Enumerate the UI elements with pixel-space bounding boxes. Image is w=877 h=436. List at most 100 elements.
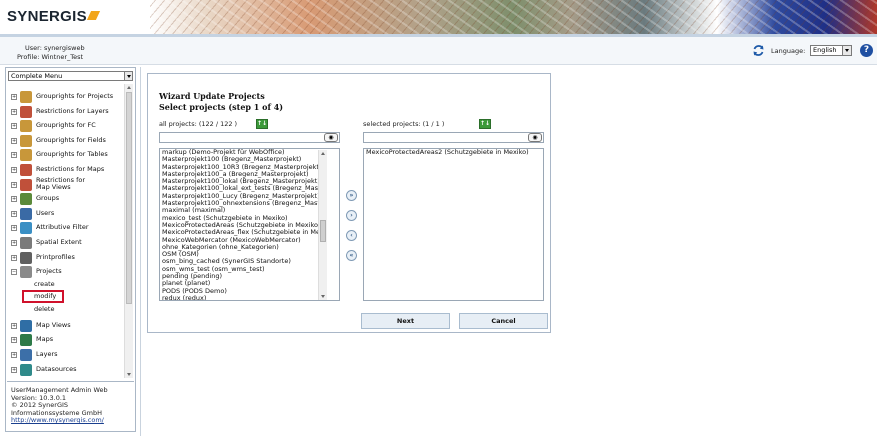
- all-projects-list[interactable]: markup (Demo-Projekt für WebOffice) Maste…: [159, 148, 340, 301]
- cancel-button[interactable]: Cancel: [459, 313, 548, 329]
- highlight-box: [22, 289, 64, 303]
- expand-icon[interactable]: +: [11, 366, 17, 373]
- sort-all-icon[interactable]: ↑↓: [256, 119, 268, 129]
- selected-projects-label: selected projects: (1 / 1 ): [363, 120, 445, 128]
- next-button[interactable]: Next: [361, 313, 450, 329]
- scroll-thumb[interactable]: [126, 92, 132, 304]
- sidebar-item[interactable]: + Printprofiles: [11, 251, 123, 264]
- menu-scrollbar[interactable]: [124, 84, 133, 378]
- expand-icon[interactable]: +: [11, 210, 17, 217]
- sidebar-subitem-create[interactable]: create: [34, 280, 55, 288]
- scroll-up-icon[interactable]: [127, 86, 131, 89]
- expand-icon[interactable]: +: [11, 167, 17, 173]
- sidebar-item[interactable]: − Projects: [11, 266, 123, 279]
- expand-icon[interactable]: +: [11, 123, 17, 130]
- sidebar-item[interactable]: + Grouprights for Projects: [11, 91, 123, 103]
- filter-eye-icon[interactable]: ◉: [324, 133, 338, 142]
- sidebar-item[interactable]: + Groups: [11, 193, 123, 206]
- expand-icon[interactable]: +: [11, 322, 17, 329]
- sidebar-item[interactable]: + Maps: [11, 334, 123, 347]
- move-right-icon[interactable]: ›: [346, 210, 357, 221]
- sidebar-item[interactable]: + Users: [11, 207, 123, 220]
- all-projects-scrollbar[interactable]: [318, 150, 327, 300]
- sidebar-item[interactable]: + Grouprights for FC: [11, 120, 123, 133]
- sidebar-item-label: Users: [36, 208, 55, 217]
- expand-icon[interactable]: +: [11, 254, 17, 261]
- expand-icon[interactable]: +: [11, 94, 17, 100]
- sidebar-item[interactable]: + Restrictions for Layers: [11, 105, 123, 118]
- scroll-thumb[interactable]: [320, 220, 326, 242]
- logo-mark-icon: [86, 11, 101, 20]
- all-projects-filter-input[interactable]: ◉: [159, 132, 340, 143]
- layers-icon: [20, 349, 32, 361]
- scroll-up-icon[interactable]: [321, 152, 325, 155]
- scroll-down-icon[interactable]: [321, 295, 325, 298]
- refresh-icon[interactable]: [752, 44, 765, 57]
- sidebar-item-label: Restrictions for Map Views: [36, 175, 86, 191]
- chevron-down-icon[interactable]: [124, 72, 132, 80]
- all-projects-count: (122 / 122 ): [198, 120, 238, 128]
- move-all-right-icon[interactable]: »: [346, 190, 357, 201]
- sidebar-item[interactable]: + Grouprights for Tables: [11, 149, 123, 162]
- help-icon[interactable]: ?: [860, 44, 873, 57]
- sidebar-item[interactable]: + Restrictions for Map Views: [11, 175, 123, 191]
- filter-eye-icon[interactable]: ◉: [528, 133, 542, 142]
- profile-name: Profile: Wintner_Test: [17, 53, 84, 61]
- header: SYNERGIS: [0, 0, 877, 34]
- wizard-panel: Wizard Update Projects Select projects (…: [147, 73, 551, 333]
- sidebar-item-label: Datasources: [36, 364, 77, 373]
- user-name: User: synergisweb: [25, 44, 85, 52]
- sidebar-item-label: Restrictions for Layers: [36, 106, 109, 115]
- sidebar-subitem-delete[interactable]: delete: [34, 305, 54, 313]
- sidebar-item[interactable]: + Spatial Extent: [11, 237, 123, 249]
- scroll-down-icon[interactable]: [127, 373, 131, 376]
- sidebar-item-label: Grouprights for Projects: [36, 92, 114, 100]
- selected-projects-count: (1 / 1 ): [422, 120, 445, 128]
- expand-icon[interactable]: +: [11, 337, 17, 344]
- list-item[interactable]: redux (redux): [160, 294, 339, 300]
- logo: SYNERGIS: [7, 8, 101, 25]
- sidebar-item-label: Layers: [36, 350, 58, 358]
- sidebar-item[interactable]: + Grouprights for Fields: [11, 134, 123, 147]
- group-icon: [20, 91, 32, 103]
- collapse-icon[interactable]: −: [11, 269, 17, 276]
- sidebar-item[interactable]: + Attributive Filter: [11, 222, 123, 235]
- website-link[interactable]: http://www.mysynergis.com/: [11, 416, 130, 425]
- expand-icon[interactable]: +: [11, 108, 17, 115]
- expand-icon[interactable]: +: [11, 225, 17, 232]
- expand-icon[interactable]: +: [11, 137, 17, 144]
- list-item[interactable]: MexicoProtectedAreas2 (Schutzgebiete in …: [364, 149, 543, 156]
- main-content: Wizard Update Projects Select projects (…: [140, 67, 877, 436]
- restriction-icon: [20, 164, 32, 176]
- expand-icon[interactable]: +: [11, 152, 17, 159]
- sidebar-item-label: Grouprights for FC: [36, 121, 96, 130]
- group-icon: [20, 149, 32, 162]
- restriction-icon: [20, 105, 32, 118]
- menu-select[interactable]: Complete Menu: [8, 71, 133, 81]
- move-all-left-icon[interactable]: «: [346, 250, 357, 261]
- menu-tree: + Grouprights for Projects + Restrictions f…: [6, 84, 123, 378]
- language-label: Language:: [771, 47, 806, 55]
- sidebar-item-label: Map Views: [36, 320, 71, 329]
- wizard-subtitle: Select projects (step 1 of 4): [159, 102, 284, 112]
- sidebar-item[interactable]: + Datasources: [11, 363, 123, 376]
- sidebar-item-label: Groups: [36, 194, 60, 203]
- expand-icon[interactable]: +: [11, 240, 17, 246]
- printer-icon: [20, 251, 32, 264]
- sidebar-item[interactable]: + Map Views: [11, 319, 123, 332]
- restriction-icon: [20, 178, 32, 191]
- language-select[interactable]: English: [810, 45, 852, 56]
- header-banner-image: [150, 0, 877, 34]
- expand-icon[interactable]: +: [11, 181, 17, 188]
- sort-selected-icon[interactable]: ↑↓: [479, 119, 491, 129]
- move-left-icon[interactable]: ‹: [346, 230, 357, 241]
- expand-icon[interactable]: +: [11, 196, 17, 203]
- sidebar-item[interactable]: + Layers: [11, 349, 123, 361]
- selected-projects-filter-input[interactable]: ◉: [363, 132, 544, 143]
- globe-icon: [20, 334, 32, 347]
- selected-projects-list[interactable]: MexicoProtectedAreas2 (Schutzgebiete in …: [363, 148, 544, 301]
- sidebar-item[interactable]: + Restrictions for Maps: [11, 164, 123, 176]
- expand-icon[interactable]: +: [11, 352, 17, 358]
- chevron-down-icon[interactable]: [842, 46, 851, 55]
- group-icon: [20, 134, 32, 147]
